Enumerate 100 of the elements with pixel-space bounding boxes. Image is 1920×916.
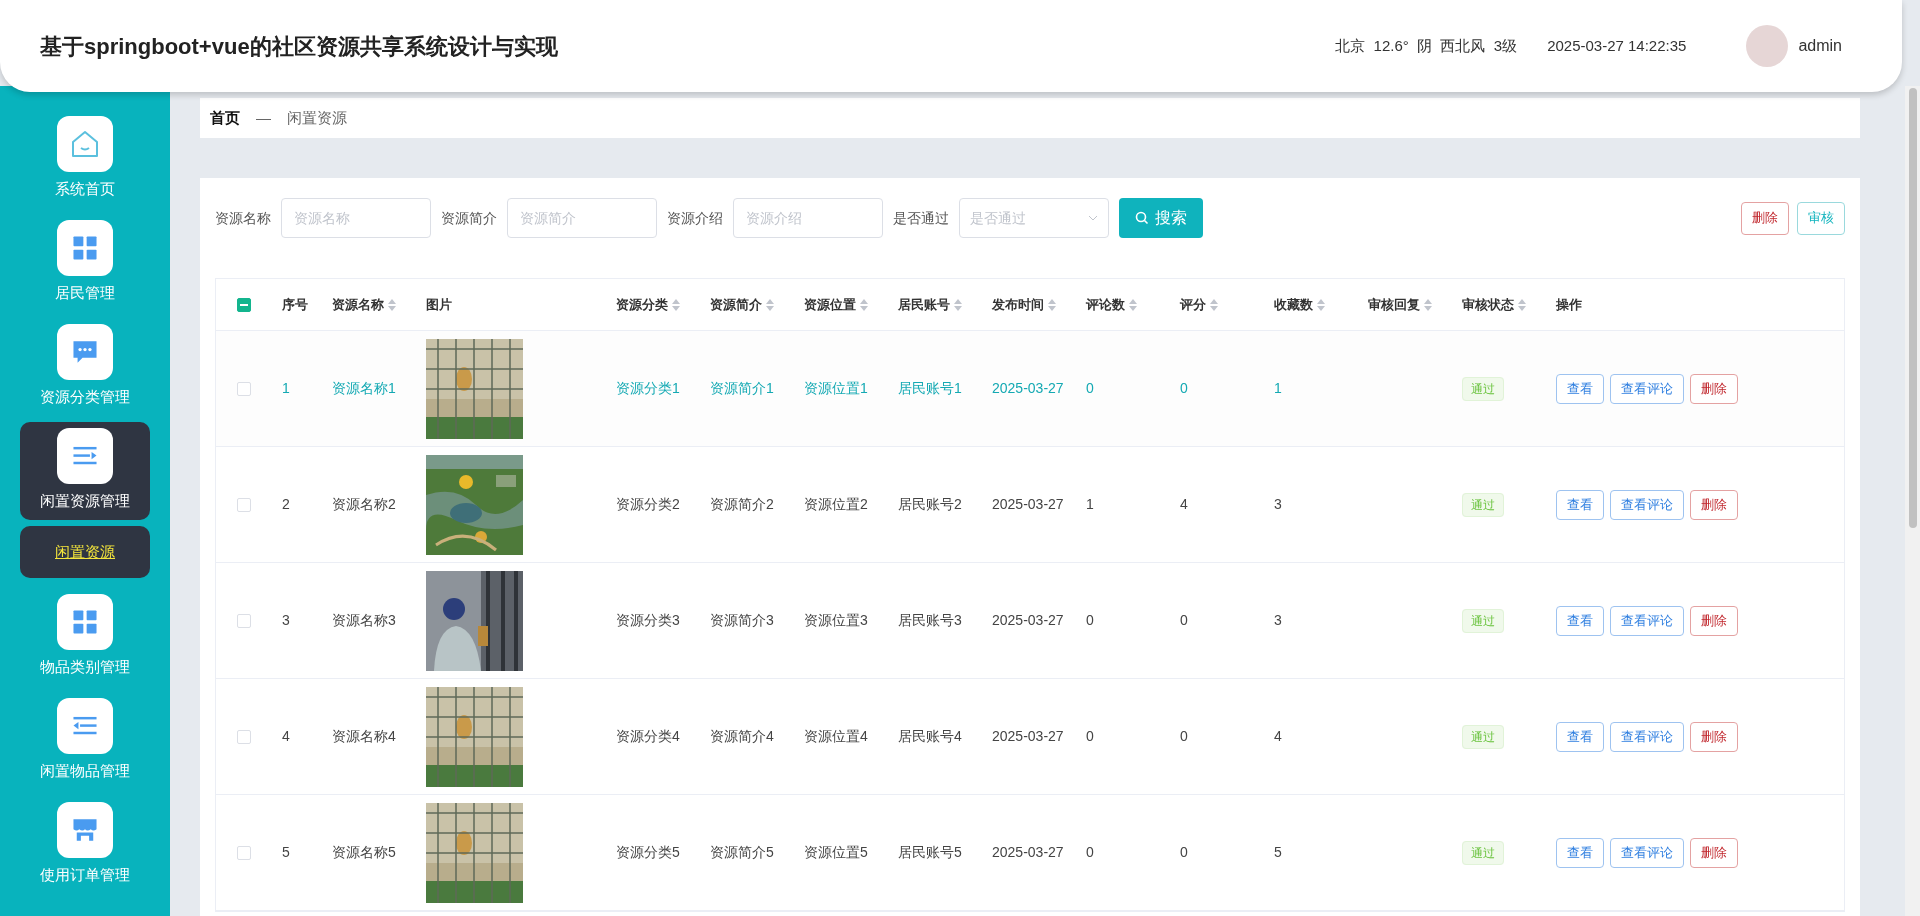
chevron-down-icon [1088, 215, 1098, 221]
table-cell: 1 [1086, 496, 1094, 512]
table-cell: 2025-03-27 [992, 612, 1064, 628]
table-cell: 2025-03-27 [992, 844, 1064, 860]
action-button[interactable]: 查看 [1556, 373, 1604, 404]
table-cell: 0 [1086, 844, 1094, 860]
action-button[interactable]: 查看评论 [1610, 605, 1684, 636]
status-tag: 通过 [1462, 493, 1504, 517]
table-row[interactable]: 5 资源名称5 资源分类5 资源简介5 资源位置5 居民账号5 2025-03-27 0 0 5 通过 查看 查看评论 删除 [216, 795, 1844, 911]
table-cell: 2 [282, 496, 290, 512]
filter-label: 资源简介 [441, 208, 497, 228]
table-cell: 居民账号5 [898, 844, 962, 860]
checkbox[interactable] [237, 297, 251, 312]
table-cell: 资源位置5 [804, 844, 868, 860]
action-button[interactable]: 查看评论 [1610, 489, 1684, 520]
column-header[interactable]: 收藏数 [1274, 294, 1313, 315]
table-cell: 4 [1274, 728, 1282, 744]
table-cell: 资源名称5 [332, 844, 396, 860]
status-tag: 通过 [1462, 841, 1504, 865]
table-cell: 资源名称3 [332, 612, 396, 628]
user-avatar[interactable] [1746, 25, 1789, 67]
sort-icon[interactable] [1518, 298, 1526, 311]
username[interactable]: admin [1798, 34, 1842, 58]
grid-icon [71, 608, 99, 636]
app-title: 基于springboot+vue的社区资源共享系统设计与实现 [40, 32, 558, 61]
table-cell: 资源位置3 [804, 612, 868, 628]
column-header[interactable]: 居民账号 [898, 294, 950, 315]
table-cell: 资源分类1 [616, 380, 680, 396]
sort-icon[interactable] [1424, 298, 1432, 311]
table-cell: 资源分类3 [616, 612, 680, 628]
sort-icon[interactable] [672, 298, 680, 311]
table-cell: 3 [1274, 612, 1282, 628]
table-cell: 4 [1180, 496, 1188, 512]
table-cell: 4 [282, 728, 290, 744]
action-button[interactable]: 查看 [1556, 721, 1604, 752]
column-header[interactable]: 资源分类 [616, 294, 668, 315]
delete-button[interactable]: 删除 [1690, 489, 1738, 520]
datetime-text: 2025-03-27 14:22:35 [1547, 35, 1687, 56]
table-cell: 5 [282, 844, 290, 860]
sort-icon[interactable] [388, 298, 396, 311]
action-button[interactable]: 查看评论 [1610, 837, 1684, 868]
submenu-item[interactable]: 闲置资源 [20, 526, 150, 578]
action-button[interactable]: 查看评论 [1610, 721, 1684, 752]
table-cell: 资源分类4 [616, 728, 680, 744]
action-button[interactable]: 查看 [1556, 837, 1604, 868]
table-cell: 资源分类5 [616, 844, 680, 860]
delete-button[interactable]: 删除 [1690, 721, 1738, 752]
column-header[interactable]: 资源名称 [332, 294, 384, 315]
search-field[interactable]: 资源简介 [507, 198, 657, 238]
grid-icon [71, 234, 99, 262]
sort-icon[interactable] [766, 298, 774, 311]
column-header: 图片 [426, 295, 452, 314]
action-button[interactable]: 查看 [1556, 489, 1604, 520]
column-header[interactable]: 资源位置 [804, 294, 856, 315]
table-row[interactable]: 4 资源名称4 资源分类4 资源简介4 资源位置4 居民账号4 2025-03-27 0 0 4 通过 查看 查看评论 删除 [216, 679, 1844, 795]
delete-button[interactable]: 删除 [1741, 201, 1789, 235]
weather-text: 北京 12.6° 阴 西北风 3级 [1335, 35, 1518, 56]
column-header[interactable]: 审核回复 [1368, 294, 1420, 315]
table-cell: 资源名称2 [332, 496, 396, 512]
table-row[interactable]: 2 资源名称2 资源分类2 资源简介2 资源位置2 居民账号2 2025-03-27 1 4 3 通过 查看 查看评论 删除 [216, 447, 1844, 563]
sort-icon[interactable] [860, 298, 868, 311]
column-header[interactable]: 评分 [1180, 294, 1206, 315]
sort-icon[interactable] [1048, 298, 1056, 311]
column-header: 操作 [1556, 295, 1582, 314]
table-cell: 0 [1086, 728, 1094, 744]
column-header[interactable]: 发布时间 [992, 294, 1044, 315]
column-header[interactable]: 审核状态 [1462, 294, 1514, 315]
table-cell: 资源位置4 [804, 728, 868, 744]
sort-icon[interactable] [1317, 298, 1325, 311]
filter-label: 资源名称 [215, 208, 271, 228]
delete-button[interactable]: 删除 [1690, 837, 1738, 868]
action-button[interactable]: 查看 [1556, 605, 1604, 636]
action-button[interactable]: 查看评论 [1610, 373, 1684, 404]
breadcrumb-separator: — [256, 107, 271, 128]
table-cell: 0 [1180, 728, 1188, 744]
sort-icon[interactable] [954, 298, 962, 311]
table-cell: 0 [1180, 844, 1188, 860]
table-cell: 资源简介5 [710, 844, 774, 860]
table-cell: 居民账号4 [898, 728, 962, 744]
table-cell: 资源位置2 [804, 496, 868, 512]
search-icon [1135, 211, 1149, 225]
breadcrumb-link[interactable]: 首页 [210, 106, 240, 130]
table-cell: 1 [282, 380, 290, 396]
status-tag: 通过 [1462, 609, 1504, 633]
filter-label: 是否通过 [893, 208, 949, 228]
delete-button[interactable]: 删除 [1690, 605, 1738, 636]
column-header[interactable]: 资源简介 [710, 294, 762, 315]
sort-icon[interactable] [1129, 298, 1137, 311]
column-header[interactable]: 评论数 [1086, 294, 1125, 315]
table-row[interactable]: 3 资源名称3 资源分类3 资源简介3 资源位置3 居民账号3 2025-03-27 0 0 3 通过 查看 查看评论 删除 [216, 563, 1844, 679]
sort-icon[interactable] [1210, 298, 1218, 311]
status-tag: 通过 [1462, 377, 1504, 401]
table-cell: 居民账号2 [898, 496, 962, 512]
table-cell: 0 [1086, 380, 1094, 396]
sidebar-item[interactable]: 闲置资源管理 [20, 422, 150, 520]
scrollbar[interactable] [1905, 86, 1920, 916]
search-field[interactable]: 资源名称 [281, 198, 431, 238]
delete-button[interactable]: 删除 [1690, 373, 1738, 404]
search-field[interactable]: 资源介绍 [733, 198, 883, 238]
breadcrumb-current: 闲置资源 [287, 107, 347, 128]
